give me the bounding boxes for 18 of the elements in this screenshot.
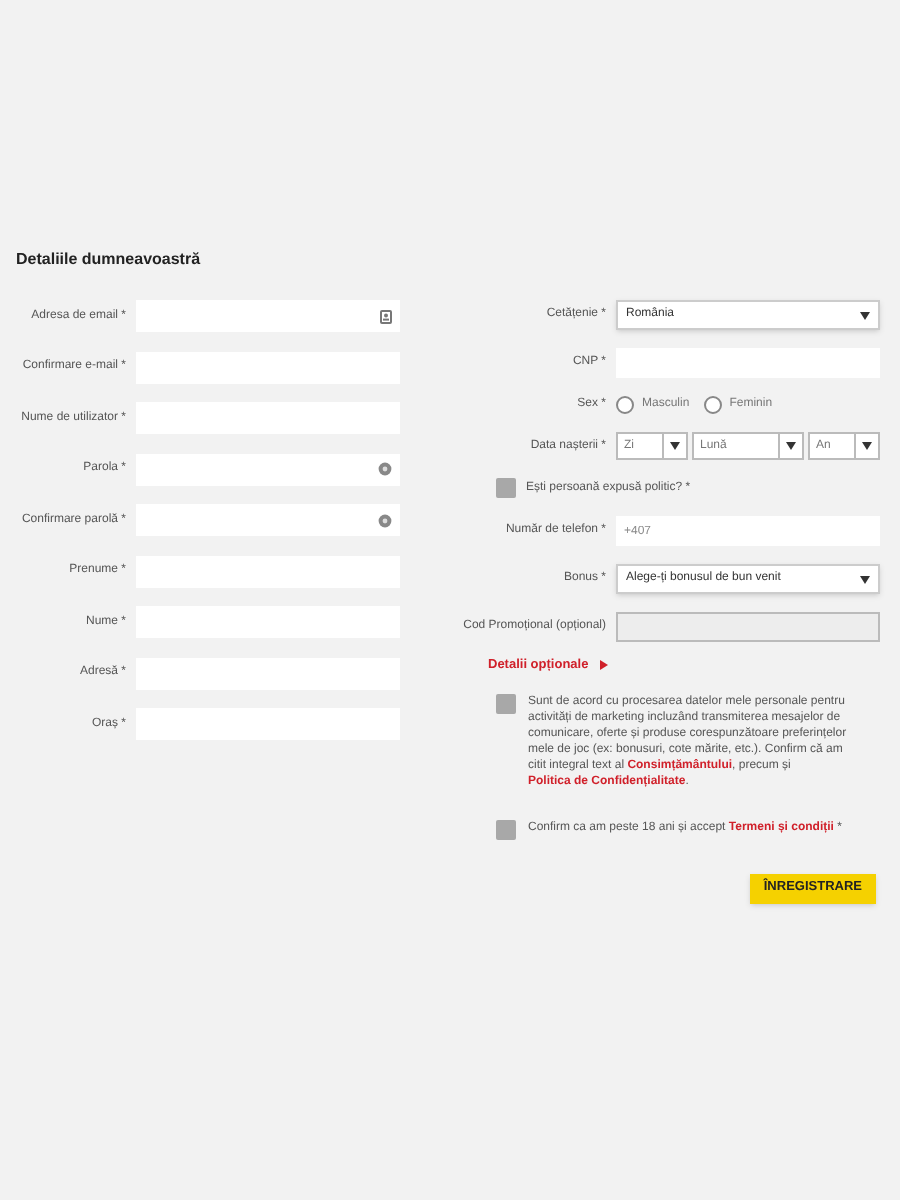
radio-button[interactable] [703, 396, 722, 414]
input-field[interactable] [136, 453, 400, 485]
caret-icon [860, 311, 870, 319]
eye-icon[interactable] [378, 513, 392, 527]
checkbox[interactable] [496, 693, 516, 714]
radio-button[interactable] [616, 396, 634, 414]
input-field[interactable] [136, 300, 400, 332]
contact-card-icon [380, 309, 392, 323]
caret-icon [862, 442, 872, 450]
triangle-icon [600, 660, 609, 671]
caret-icon [860, 575, 870, 583]
checkbox[interactable] [496, 819, 516, 840]
caret-icon [670, 442, 680, 450]
caret-icon [786, 442, 796, 450]
input-field[interactable] [136, 504, 400, 536]
checkbox[interactable] [496, 478, 516, 498]
eye-icon[interactable] [378, 462, 392, 476]
section-title: Detaliile dumneavoastră [16, 248, 203, 272]
